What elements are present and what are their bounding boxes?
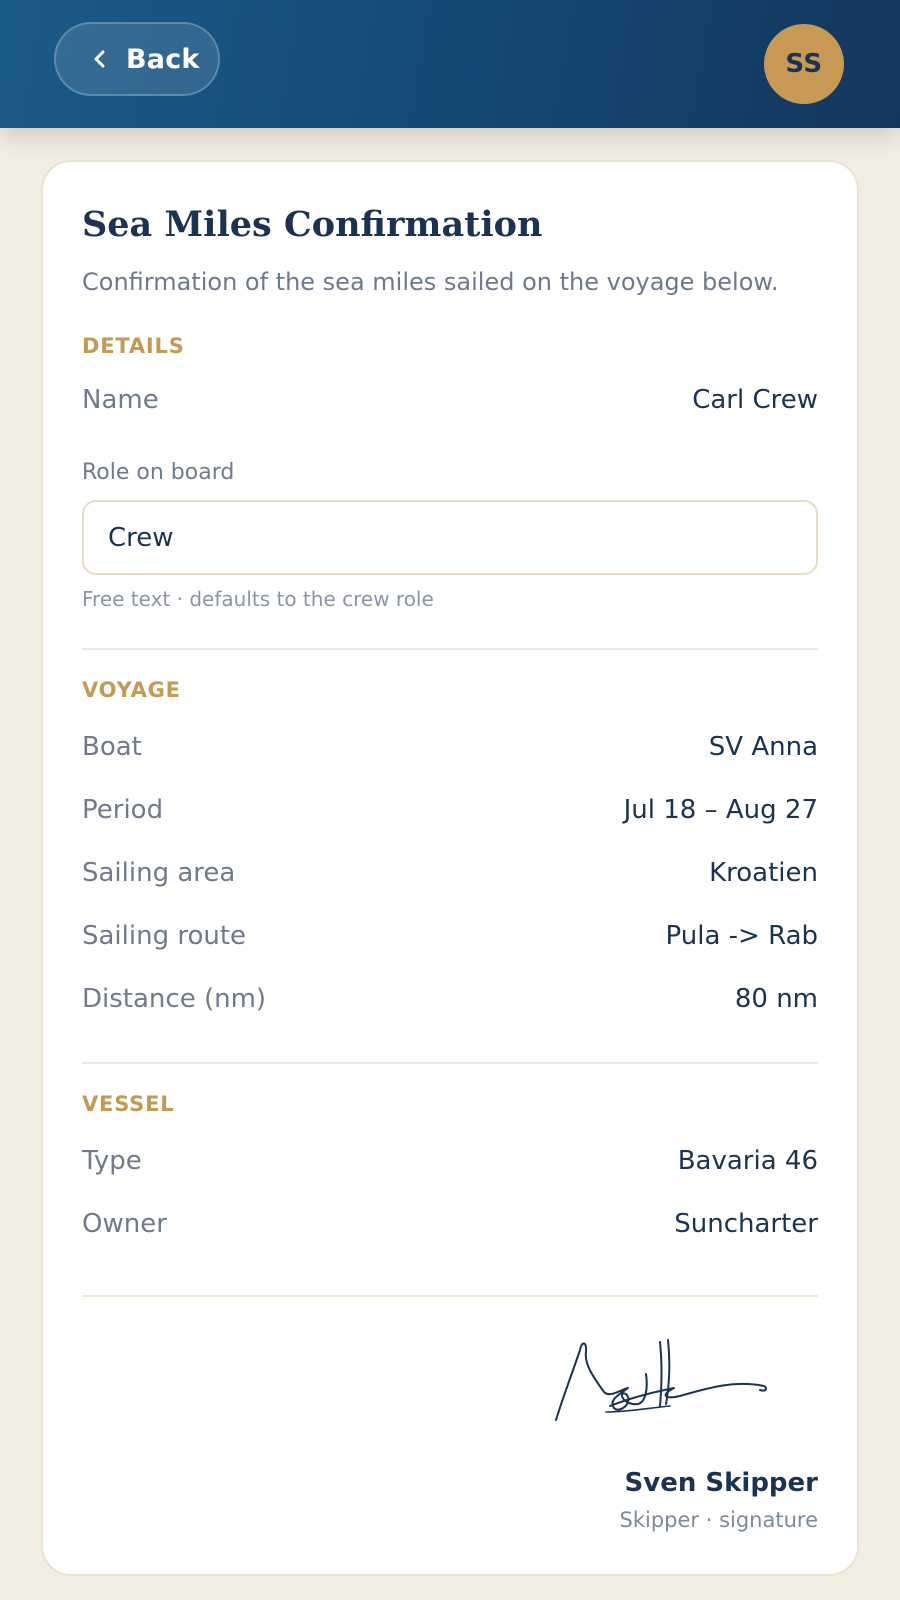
page-title: Sea Miles Confirmation bbox=[82, 204, 543, 245]
name-value: Carl Crew bbox=[692, 385, 818, 415]
vessel-type-value: Bavaria 46 bbox=[677, 1146, 818, 1176]
divider bbox=[82, 1062, 818, 1064]
owner-label: Owner bbox=[82, 1209, 167, 1239]
role-on-board-input[interactable] bbox=[82, 500, 818, 575]
section-label-voyage: VOYAGE bbox=[82, 678, 181, 702]
distance-label: Distance (nm) bbox=[82, 984, 267, 1014]
role-helper-text: Free text · defaults to the crew role bbox=[82, 587, 434, 611]
section-label-details: DETAILS bbox=[82, 334, 185, 358]
signature-image bbox=[555, 1339, 768, 1421]
distance-value: 80 nm bbox=[734, 984, 818, 1014]
chevron-left-icon bbox=[94, 50, 105, 68]
top-bar: Back SS bbox=[0, 0, 900, 128]
back-button[interactable]: Back bbox=[54, 22, 220, 96]
divider bbox=[82, 1295, 818, 1297]
sailing-area-value: Kroatien bbox=[709, 858, 818, 888]
period-label: Period bbox=[82, 795, 164, 825]
signer-name: Sven Skipper bbox=[624, 1468, 818, 1498]
page-subtitle: Confirmation of the sea miles sailed on … bbox=[82, 268, 779, 296]
back-button-label: Back bbox=[126, 43, 200, 75]
sailing-route-value: Pula -> Rab bbox=[665, 921, 818, 951]
name-label: Name bbox=[82, 385, 159, 415]
period-value: Jul 18 – Aug 27 bbox=[623, 795, 818, 825]
boat-label: Boat bbox=[82, 732, 142, 762]
owner-value: Suncharter bbox=[674, 1209, 818, 1239]
divider bbox=[82, 648, 818, 650]
boat-value: SV Anna bbox=[708, 732, 818, 762]
role-field-label: Role on board bbox=[82, 460, 235, 485]
sailing-route-label: Sailing route bbox=[82, 921, 247, 951]
vessel-type-label: Type bbox=[82, 1146, 142, 1176]
avatar[interactable]: SS bbox=[764, 24, 844, 104]
signer-caption: Skipper · signature bbox=[619, 1508, 819, 1532]
sailing-area-label: Sailing area bbox=[82, 858, 236, 888]
section-label-vessel: VESSEL bbox=[82, 1092, 175, 1116]
